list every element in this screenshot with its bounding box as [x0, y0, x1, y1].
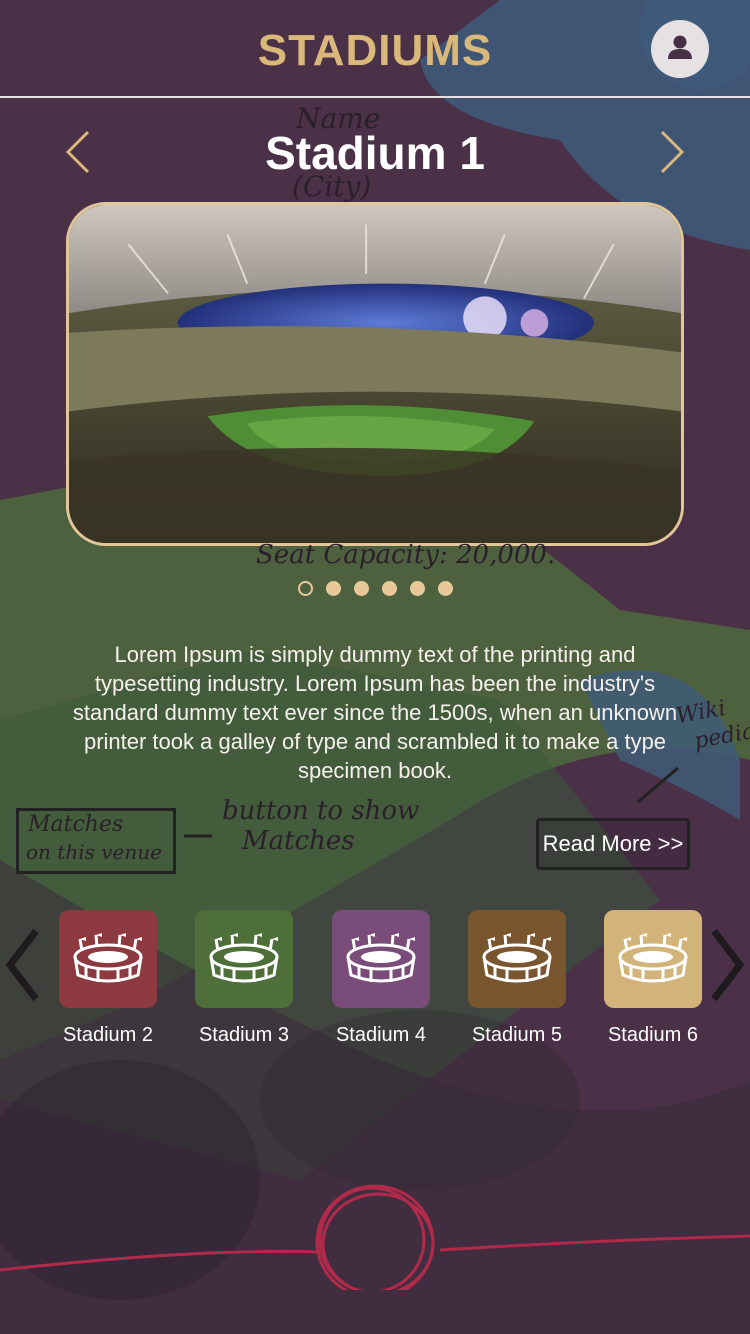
stadium-tile-5[interactable]: Stadium 5 — [468, 910, 566, 1047]
stadium-tile-4[interactable]: Stadium 4 — [332, 910, 430, 1047]
annotation-link-line — [637, 766, 679, 804]
chevron-left-icon — [4, 928, 42, 1009]
next-stadium-button[interactable] — [656, 128, 690, 178]
carousel-dot-5[interactable] — [409, 581, 425, 596]
stadium-image[interactable] — [66, 202, 684, 546]
carousel-dot-3[interactable] — [353, 581, 369, 596]
home-scribble-indicator[interactable] — [0, 1170, 750, 1290]
annotation-city: (City) — [292, 170, 372, 203]
carousel-dot-4[interactable] — [381, 581, 397, 596]
stadium-tile-label: Stadium 3 — [198, 1024, 290, 1046]
annotation-button-note-matches: Matches — [242, 826, 355, 856]
annotation-seat-capacity: Seat Capacity: 20,000. — [256, 540, 556, 570]
carousel-dot-1[interactable] — [297, 581, 313, 596]
stadium-description: Lorem Ipsum is simply dummy text of the … — [72, 642, 678, 783]
stadium-tile-2[interactable]: Stadium 2 — [59, 910, 157, 1047]
stadium-icon — [209, 933, 279, 983]
stadium-icon — [618, 933, 688, 983]
app-header: STADIUMS — [0, 0, 750, 98]
stadium-tile-label: Stadium 4 — [335, 1024, 427, 1046]
chevron-right-icon — [708, 928, 746, 1009]
page-title: STADIUMS — [257, 26, 493, 75]
carousel-dot-6[interactable] — [437, 581, 453, 596]
strip-prev-button[interactable] — [4, 925, 42, 1005]
carousel-dot-2[interactable] — [325, 581, 341, 596]
stadium-tile-6[interactable]: Stadium 6 — [604, 910, 702, 1047]
stadium-tile-box — [468, 910, 566, 1008]
stadium-tile-3[interactable]: Stadium 3 — [195, 910, 293, 1047]
stadium-photo — [69, 205, 681, 543]
user-icon — [665, 32, 695, 67]
stadium-icon — [482, 933, 552, 983]
stadium-tile-label: Stadium 6 — [607, 1024, 699, 1046]
stadium-icon — [73, 933, 143, 983]
stadium-tile-label: Stadium 2 — [62, 1024, 154, 1046]
stadium-tile-label: Stadium 5 — [471, 1024, 563, 1046]
stadium-tile-box — [332, 910, 430, 1008]
stadium-tile-box — [59, 910, 157, 1008]
profile-button[interactable] — [651, 20, 709, 78]
stadium-icon — [346, 933, 416, 983]
strip-next-button[interactable] — [708, 925, 746, 1005]
annotation-name: Name — [296, 102, 381, 135]
stadium-list: Stadium 2 Stadium 3 Stadium 4 Stadium 5 … — [0, 910, 750, 1060]
stadium-tile-box — [604, 910, 702, 1008]
annotation-dash — [184, 834, 212, 838]
stadium-tile-box — [195, 910, 293, 1008]
annotation-button-note: button to show — [222, 796, 420, 826]
read-more-button[interactable]: Read More >> — [536, 818, 690, 870]
annotation-matches: Matches — [28, 812, 124, 837]
chevron-right-icon — [656, 130, 690, 182]
annotation-on-this-venue: on this venue — [26, 840, 162, 864]
carousel-dots — [0, 581, 750, 596]
